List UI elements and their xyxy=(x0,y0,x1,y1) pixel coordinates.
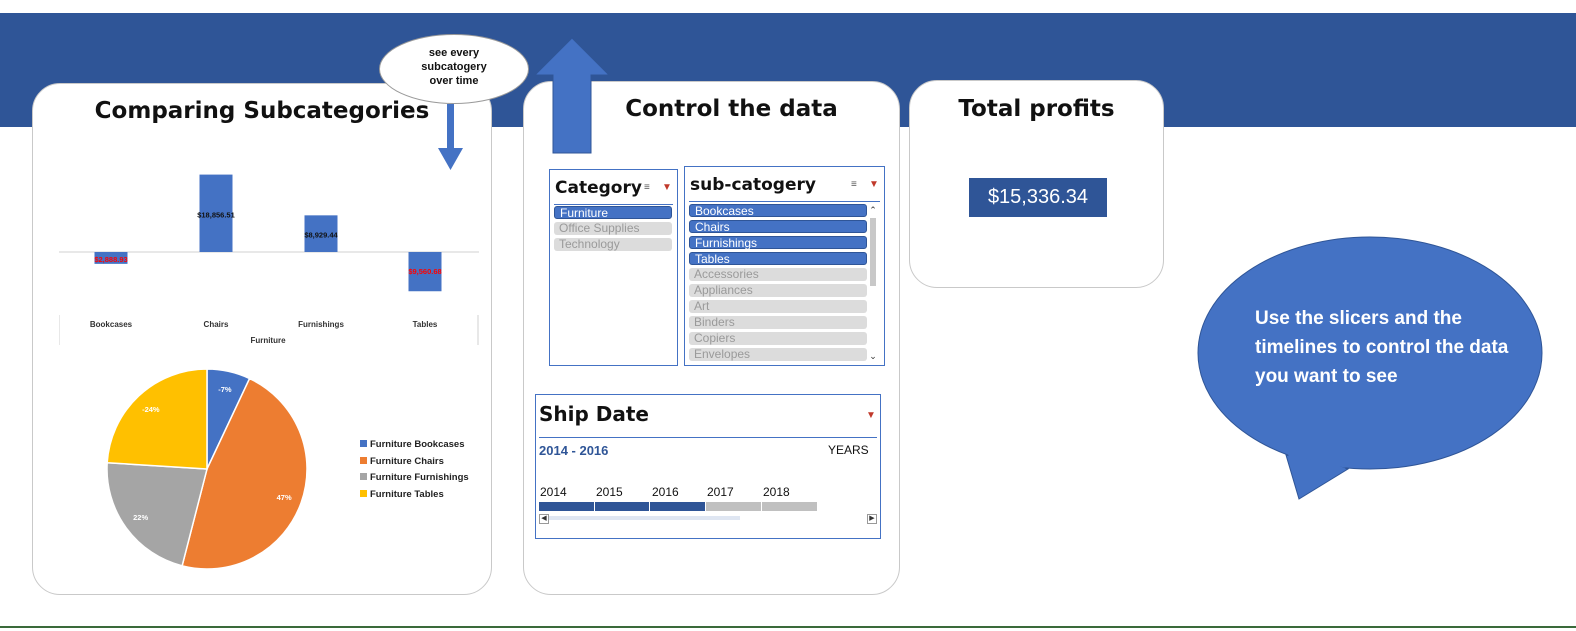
legend-label: Furniture Furnishings xyxy=(370,472,469,483)
legend-swatch xyxy=(360,490,367,497)
multi-select-icon[interactable]: ≡ xyxy=(644,182,650,193)
callout-line: see every xyxy=(428,47,480,59)
legend-swatch xyxy=(360,473,367,480)
timeline-bar-2015[interactable] xyxy=(595,502,649,511)
clear-filter-icon[interactable]: ▼ xyxy=(869,179,879,190)
subcategory-item-binders[interactable]: Binders xyxy=(689,316,867,329)
timeline-range: 2014 - 2016 xyxy=(539,443,609,458)
bar-data-label: $18,856.51 xyxy=(197,210,235,219)
callout-line: over time xyxy=(429,75,479,87)
category-item-technology[interactable]: Technology xyxy=(554,238,672,251)
subcategory-scrollbar[interactable]: ⌃ ⌄ xyxy=(868,205,878,361)
category-slicer: Category ≡ ▼ xyxy=(549,169,678,366)
pie-data-label: 22% xyxy=(133,513,148,522)
pie-legend-item: Furniture Furnishings xyxy=(360,472,469,483)
legend-label: Furniture Tables xyxy=(370,489,444,500)
timeline-year-label: 2017 xyxy=(707,485,734,499)
timeline-year-label: 2015 xyxy=(596,485,623,499)
legend-label: Furniture Chairs xyxy=(370,456,444,467)
bar-category-label: Tables xyxy=(412,320,438,329)
timeline-year-label: 2014 xyxy=(540,485,567,499)
timeline-scroll-left-icon[interactable]: ◀ xyxy=(539,514,549,524)
pie-data-label: 47% xyxy=(277,493,292,502)
bar-category-label: Bookcases xyxy=(89,320,133,329)
clear-filter-icon[interactable]: ▼ xyxy=(866,410,876,421)
legend-swatch xyxy=(360,457,367,464)
subcategory-item-copiers[interactable]: Copiers xyxy=(689,332,867,345)
subcategory-item-bookcases[interactable]: Bookcases xyxy=(689,204,867,218)
legend-swatch xyxy=(360,440,367,447)
pie-data-label: -7% xyxy=(218,385,232,394)
speech-text: Use the slicers and the timelines to con… xyxy=(1255,308,1509,387)
slicer-divider xyxy=(554,204,673,205)
top-strip xyxy=(0,0,1576,13)
pie-data-label: -24% xyxy=(142,405,160,414)
pie-chart: -7% 47% 22% -24% xyxy=(106,368,308,570)
scroll-up-icon[interactable]: ⌃ xyxy=(868,205,878,215)
bar-data-label: $2,888.93 xyxy=(94,255,127,264)
scroll-thumb[interactable] xyxy=(870,218,876,286)
category-slicer-title: Category xyxy=(555,178,642,198)
timeline-title: Ship Date xyxy=(539,402,649,426)
category-item-furniture[interactable]: Furniture xyxy=(554,206,672,220)
timeline-bar-2018[interactable] xyxy=(762,502,817,511)
subcategory-item-accessories[interactable]: Accessories xyxy=(689,268,867,281)
timeline-divider xyxy=(539,437,877,438)
pie-legend-item: Furniture Bookcases xyxy=(360,439,465,450)
bar-category-label: Furnishings xyxy=(298,320,344,329)
slicer-divider xyxy=(689,201,880,202)
timeline-bar-2014[interactable] xyxy=(539,502,594,511)
bar-data-label: $9,560.68 xyxy=(408,267,441,276)
bar-group-label: Furniture xyxy=(250,336,286,345)
subcategory-item-tables[interactable]: Tables xyxy=(689,252,867,266)
callout-line: subcatogery xyxy=(421,61,487,73)
category-item-office-supplies[interactable]: Office Supplies xyxy=(554,222,672,235)
total-profit-value: $15,336.34 xyxy=(969,178,1107,217)
pie-legend-item: Furniture Tables xyxy=(360,489,444,500)
timeline-bar-2017[interactable] xyxy=(706,502,761,511)
timeline-scroll-right-icon[interactable]: ▶ xyxy=(867,514,877,524)
scroll-down-icon[interactable]: ⌄ xyxy=(868,351,878,361)
profits-title: Total profits xyxy=(958,96,1115,122)
down-arrow-icon xyxy=(438,104,463,170)
timeline-year-label: 2018 xyxy=(763,485,790,499)
multi-select-icon[interactable]: ≡ xyxy=(851,179,857,190)
timeline-level-dropdown[interactable]: YEARS xyxy=(828,443,869,457)
timeline-year-label: 2016 xyxy=(652,485,679,499)
timeline-scroll-thumb[interactable] xyxy=(549,516,740,520)
subcategory-slicer-title: sub-catogery xyxy=(690,175,816,195)
subcategory-item-furnishings[interactable]: Furnishings xyxy=(689,236,867,250)
subcategory-item-art[interactable]: Art xyxy=(689,300,867,313)
subcategory-item-appliances[interactable]: Appliances xyxy=(689,284,867,297)
subcategory-item-envelopes[interactable]: Envelopes xyxy=(689,348,867,361)
bar-data-label: $8,929.44 xyxy=(304,231,338,240)
legend-label: Furniture Bookcases xyxy=(370,439,465,450)
bottom-strip xyxy=(0,626,1576,628)
compare-title: Comparing Subcategories xyxy=(94,98,430,124)
callout-bubble: see every subcatogery over time xyxy=(379,34,529,104)
pie-legend-item: Furniture Chairs xyxy=(360,456,444,467)
timeline-bar-2016[interactable] xyxy=(650,502,705,511)
subcategory-item-chairs[interactable]: Chairs xyxy=(689,220,867,234)
up-arrow-icon xyxy=(533,37,611,154)
pie-slice xyxy=(106,368,208,470)
clear-filter-icon[interactable]: ▼ xyxy=(662,182,672,193)
bar-category-label: Chairs xyxy=(203,320,229,329)
